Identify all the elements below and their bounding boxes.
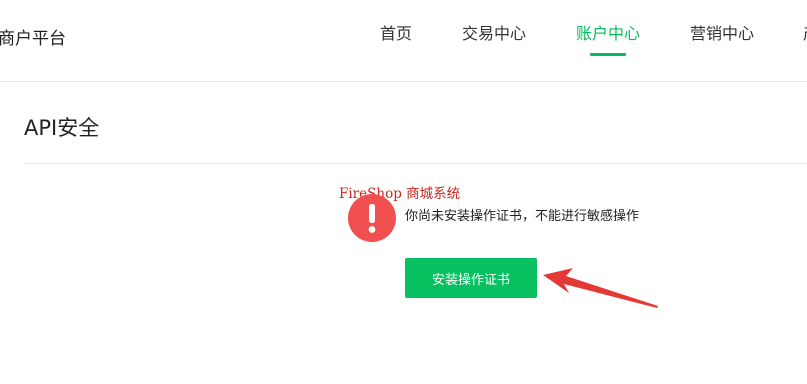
nav-item-account-center[interactable]: 账户中心 (576, 20, 640, 44)
brand-title: 商户平台 (0, 29, 66, 49)
install-certificate-button[interactable]: 安装操作证书 (405, 258, 537, 298)
pointer-arrow-icon (543, 268, 658, 308)
nav-item-home[interactable]: 首页 (380, 20, 412, 44)
page-title: API安全 (24, 116, 100, 140)
active-nav-indicator (590, 53, 626, 56)
nav-item-product-center[interactable]: 产 (803, 20, 807, 44)
top-navigation-bar: 商户平台 首页 交易中心 账户中心 营销中心 产 (0, 0, 807, 82)
certificate-warning-text: 你尚未安装操作证书，不能进行敏感操作 (405, 209, 640, 224)
nav-item-marketing-center[interactable]: 营销中心 (690, 20, 754, 44)
exclamation-circle-icon (348, 194, 396, 242)
title-divider (24, 163, 807, 164)
nav-item-trade-center[interactable]: 交易中心 (462, 20, 526, 44)
